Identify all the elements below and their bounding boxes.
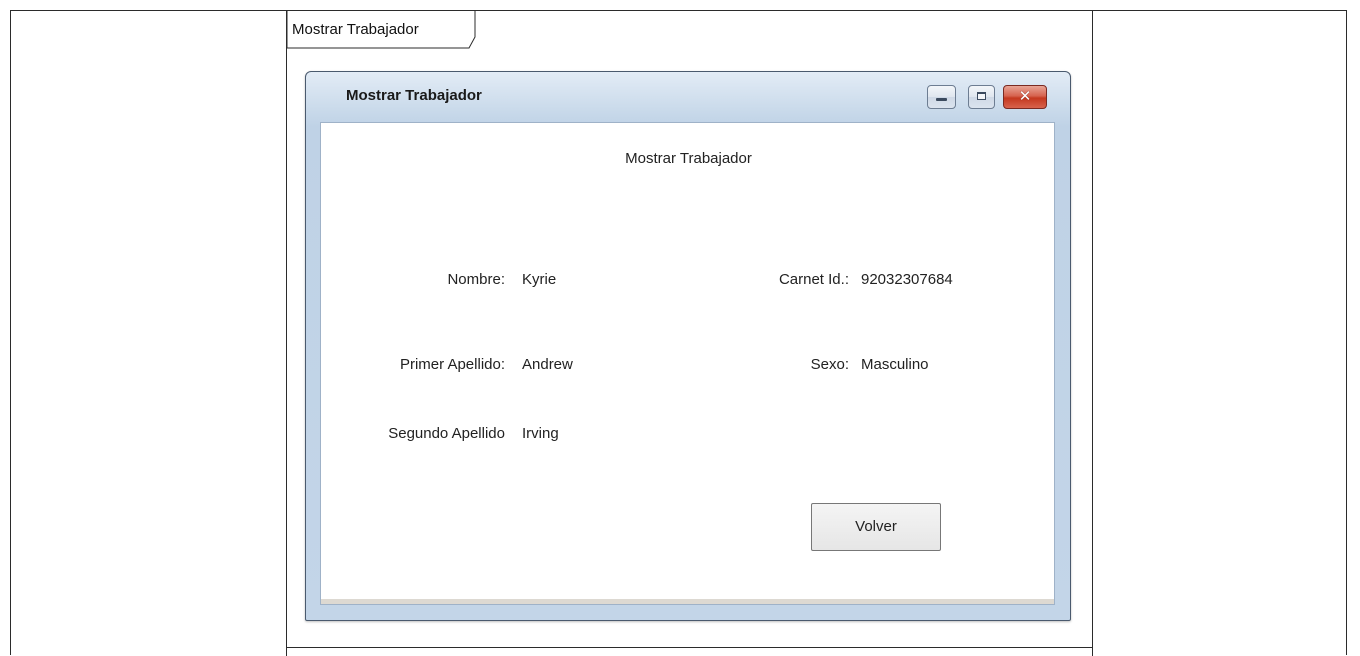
volver-button-label: Volver: [855, 518, 897, 535]
window-title: Mostrar Trabajador: [346, 87, 482, 104]
carnet-value: 92032307684: [861, 271, 953, 288]
minimize-icon: [936, 98, 947, 101]
segundo-apellido-label: Segundo Apellido: [388, 425, 505, 442]
nombre-label: Nombre:: [447, 271, 505, 288]
primer-apellido-label: Primer Apellido:: [399, 356, 505, 373]
maximize-button[interactable]: [968, 85, 995, 109]
frame-tab-label: Mostrar Trabajador: [292, 21, 419, 38]
bottom-divider: [287, 647, 1092, 648]
close-icon: ✕: [1018, 87, 1032, 105]
maximize-icon: [977, 92, 986, 100]
sexo-label: Sexo:: [810, 356, 849, 373]
close-button[interactable]: ✕: [1003, 85, 1047, 109]
client-bottom-strip: [321, 599, 1054, 604]
form-heading: Mostrar Trabajador: [625, 150, 752, 167]
carnet-label: Carnet Id.:: [778, 271, 849, 288]
sexo-value: Masculino: [861, 356, 929, 373]
right-divider: [1092, 10, 1093, 656]
primer-apellido-value: Andrew: [522, 356, 573, 373]
minimize-button[interactable]: [927, 85, 956, 109]
volver-button[interactable]: Volver: [811, 503, 941, 551]
segundo-apellido-value: Irving: [522, 425, 559, 442]
window: Mostrar Trabajador ✕ Mostrar Trabajador …: [305, 71, 1071, 621]
nombre-value: Kyrie: [522, 271, 557, 288]
left-divider: [286, 10, 287, 656]
client-area: Mostrar Trabajador Nombre: Kyrie Carnet …: [320, 122, 1055, 605]
